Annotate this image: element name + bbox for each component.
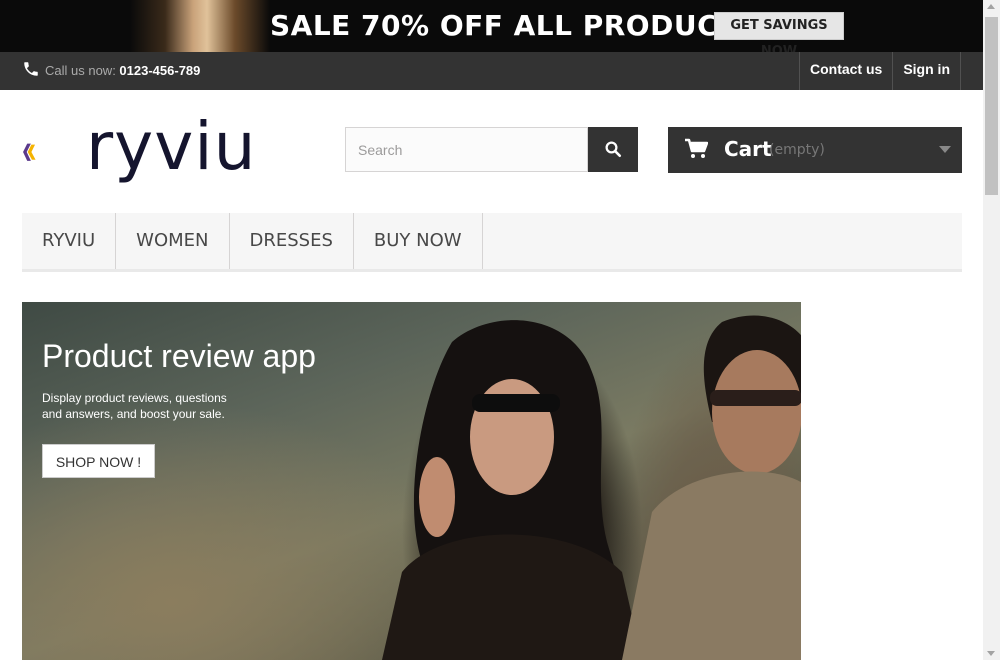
chevron-down-icon (939, 146, 951, 153)
phone-icon (24, 62, 38, 76)
menu-item-buy-now[interactable]: BUY NOW (354, 213, 483, 269)
cart-label: Cart (724, 137, 772, 161)
promo-banner[interactable]: SALE 70% OFF ALL PRODUCTS GET SAVINGS NO… (0, 0, 983, 52)
hero-man-image (622, 315, 801, 660)
phone-number: 0123-456-789 (119, 63, 201, 78)
search-button[interactable] (588, 127, 638, 172)
hero-slider[interactable]: Product review app Display product revie… (22, 302, 801, 660)
hero-title: Product review app (42, 338, 316, 374)
search-icon (605, 141, 622, 158)
promo-model-image (130, 0, 270, 52)
cart-icon (685, 138, 708, 158)
get-savings-button[interactable]: GET SAVINGS NOW (714, 12, 844, 52)
logo-mark[interactable] (22, 116, 82, 190)
call-us-label: Call us now: (45, 63, 120, 78)
hero-description: Display product reviews, questions and a… (42, 391, 227, 421)
page-scrollbar[interactable] (983, 0, 1000, 660)
scroll-thumb[interactable] (985, 17, 998, 195)
search-input[interactable] (345, 127, 588, 172)
menu-item-dresses[interactable]: DRESSES (230, 213, 354, 269)
sign-in-link[interactable]: Sign in (892, 52, 961, 90)
contact-us-link[interactable]: Contact us (798, 52, 892, 90)
top-nav-bar: Call us now: 0123-456-789 Contact us Sig… (0, 52, 983, 90)
scroll-up-icon[interactable] (987, 4, 995, 9)
cart-button[interactable]: Cart (empty) (668, 127, 962, 173)
main-menu: RYVIU WOMEN DRESSES BUY NOW (22, 213, 962, 272)
cart-status: (empty) (769, 142, 825, 158)
scroll-down-icon[interactable] (987, 651, 995, 656)
shop-now-button[interactable]: SHOP NOW ! (42, 444, 155, 478)
call-us-text: Call us now: 0123-456-789 (45, 63, 200, 78)
logo-text[interactable]: ryviu (86, 108, 256, 185)
menu-item-ryviu[interactable]: RYVIU (22, 213, 117, 269)
menu-item-women[interactable]: WOMEN (116, 213, 230, 269)
search-bar (345, 127, 638, 172)
top-links: Contact us Sign in (798, 52, 961, 90)
promo-headline: SALE 70% OFF ALL PRODUCTS (270, 9, 759, 42)
